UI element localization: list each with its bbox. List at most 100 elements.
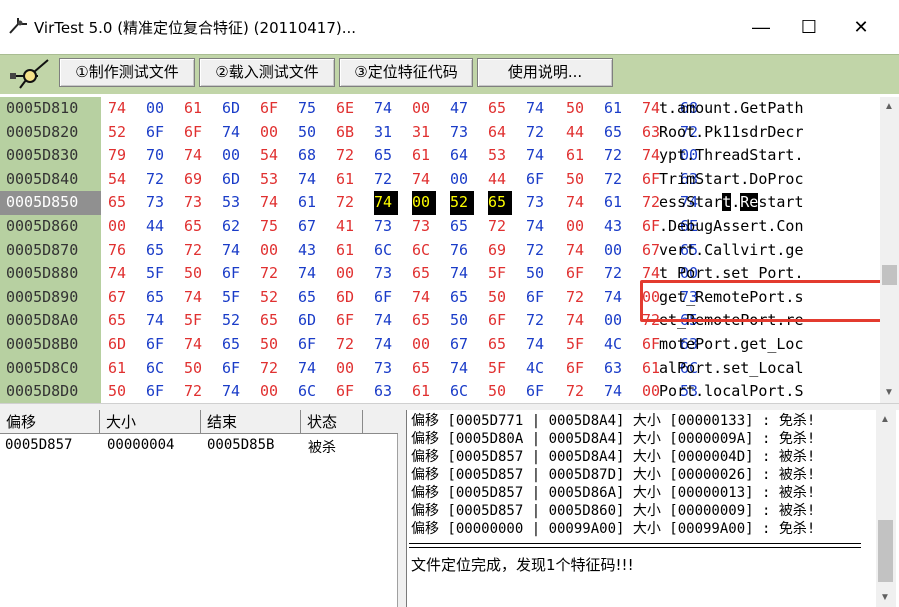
hex-ascii[interactable]: essStart.Restart: [659, 191, 804, 215]
hex-address[interactable]: 0005D8C0: [6, 357, 78, 381]
hex-address[interactable]: 0005D870: [6, 239, 78, 263]
hex-byte[interactable]: 74: [298, 168, 322, 192]
hex-byte[interactable]: 74: [604, 286, 628, 310]
hex-byte[interactable]: 6F: [146, 121, 170, 145]
log-scrollbar[interactable]: ▲ ▼: [876, 410, 896, 607]
hex-byte[interactable]: 6D: [222, 97, 246, 121]
hex-scroll-thumb[interactable]: [882, 265, 897, 285]
hex-byte[interactable]: 00: [412, 333, 436, 357]
hex-byte[interactable]: 6F: [298, 333, 322, 357]
hex-address[interactable]: 0005D860: [6, 215, 78, 239]
hex-ascii[interactable]: TrimStart.DoProc: [659, 168, 804, 192]
hex-byte[interactable]: 65: [108, 309, 132, 333]
hex-byte[interactable]: 61: [604, 191, 628, 215]
hex-byte[interactable]: 6B: [336, 121, 360, 145]
hex-byte[interactable]: 52: [222, 309, 246, 333]
hex-byte[interactable]: 72: [374, 168, 398, 192]
hex-ascii[interactable]: Root.Pk11sdrDecr: [659, 121, 804, 145]
hex-byte[interactable]: 00: [412, 191, 436, 215]
hex-byte[interactable]: 72: [260, 357, 284, 381]
hex-address[interactable]: 0005D8B0: [6, 333, 78, 357]
hex-byte[interactable]: 65: [108, 191, 132, 215]
hex-byte[interactable]: 72: [260, 262, 284, 286]
hex-address[interactable]: 0005D840: [6, 168, 78, 192]
hex-byte[interactable]: 5F: [146, 262, 170, 286]
result-end[interactable]: 0005D85B: [202, 437, 274, 453]
hex-byte[interactable]: 6F: [526, 380, 550, 403]
hex-byte[interactable]: 72: [566, 286, 590, 310]
column-header-size[interactable]: 大小: [100, 410, 201, 434]
hex-byte[interactable]: 67: [450, 333, 474, 357]
hex-byte[interactable]: 72: [526, 239, 550, 263]
hex-byte[interactable]: 73: [146, 191, 170, 215]
hex-byte[interactable]: 74: [450, 357, 474, 381]
hex-byte[interactable]: 53: [222, 191, 246, 215]
hex-byte[interactable]: 65: [146, 286, 170, 310]
hex-byte[interactable]: 31: [412, 121, 436, 145]
hex-byte[interactable]: 73: [184, 191, 208, 215]
hex-byte[interactable]: 5F: [488, 262, 512, 286]
hex-byte[interactable]: 50: [488, 380, 512, 403]
hex-byte[interactable]: 6C: [374, 239, 398, 263]
hex-byte[interactable]: 6C: [146, 357, 170, 381]
hex-byte[interactable]: 65: [374, 144, 398, 168]
hex-byte[interactable]: 6F: [222, 357, 246, 381]
hex-byte[interactable]: 6D: [336, 286, 360, 310]
hex-byte[interactable]: 52: [450, 191, 474, 215]
hex-byte[interactable]: 52: [260, 286, 284, 310]
maximize-button[interactable]: ☐: [786, 8, 832, 46]
hex-row[interactable]: 0005D8C0 61 6C 50 6F 72 74 00 73 65 74 5F 4C 6F 63 61 6C…: [0, 357, 880, 381]
hex-byte[interactable]: 41: [336, 215, 360, 239]
hex-byte[interactable]: 74: [526, 97, 550, 121]
hex-byte[interactable]: 73: [374, 357, 398, 381]
locate-signature-button[interactable]: ③定位特征代码: [339, 58, 473, 87]
hex-byte[interactable]: 00: [146, 97, 170, 121]
hex-row[interactable]: 0005D850 65 73 73 53 74 61 72 74 00 52 65 73 74 61 72 74…: [0, 191, 880, 215]
hex-byte[interactable]: 6F: [526, 286, 550, 310]
hex-byte[interactable]: 6F: [336, 309, 360, 333]
hex-byte[interactable]: 4C: [604, 333, 628, 357]
hex-byte[interactable]: 74: [184, 333, 208, 357]
hex-byte[interactable]: 4C: [526, 357, 550, 381]
hex-byte[interactable]: 00: [260, 380, 284, 403]
hex-byte[interactable]: 6C: [298, 380, 322, 403]
hex-byte[interactable]: 61: [336, 168, 360, 192]
hex-byte[interactable]: 65: [604, 121, 628, 145]
hex-byte[interactable]: 69: [488, 239, 512, 263]
hex-byte[interactable]: 63: [374, 380, 398, 403]
hex-byte[interactable]: 75: [260, 215, 284, 239]
hex-byte[interactable]: 73: [526, 191, 550, 215]
hex-byte[interactable]: 65: [488, 333, 512, 357]
hex-byte[interactable]: 52: [108, 121, 132, 145]
hex-byte[interactable]: 72: [146, 168, 170, 192]
hex-byte[interactable]: 47: [450, 97, 474, 121]
hex-byte[interactable]: 74: [108, 97, 132, 121]
hex-byte[interactable]: 65: [488, 97, 512, 121]
hex-byte[interactable]: 00: [260, 239, 284, 263]
hex-byte[interactable]: 72: [184, 380, 208, 403]
hex-view[interactable]: 0005D810 74 00 61 6D 6F 75 6E 74 00 47 65 74 50 61 74 68…: [0, 97, 899, 403]
hex-byte[interactable]: 65: [488, 191, 512, 215]
hex-byte[interactable]: 6C: [450, 380, 474, 403]
hex-byte[interactable]: 6F: [146, 380, 170, 403]
hex-byte[interactable]: 72: [604, 262, 628, 286]
hex-byte[interactable]: 64: [450, 144, 474, 168]
log-scroll-down-icon[interactable]: ▼: [880, 592, 890, 603]
hex-row[interactable]: 0005D870 76 65 72 74 00 43 61 6C 6C 76 69 72 74 00 67 65…: [0, 239, 880, 263]
hex-ascii[interactable]: vert.Callvirt.ge: [659, 239, 804, 263]
close-button[interactable]: ✕: [838, 8, 884, 46]
hex-byte[interactable]: 74: [146, 309, 170, 333]
load-test-file-button[interactable]: ②载入测试文件: [199, 58, 335, 87]
hex-byte[interactable]: 5F: [488, 357, 512, 381]
hex-row[interactable]: 0005D860 00 44 65 62 75 67 41 73 73 65 72 74 00 43 6F 6E…: [0, 215, 880, 239]
hex-byte[interactable]: 6F: [222, 262, 246, 286]
log-scroll-thumb[interactable]: [878, 520, 893, 582]
hex-byte[interactable]: 61: [108, 357, 132, 381]
hex-ascii[interactable]: alPort.set_Local: [659, 357, 804, 381]
hex-byte[interactable]: 72: [604, 144, 628, 168]
hex-byte[interactable]: 76: [108, 239, 132, 263]
hex-byte[interactable]: 31: [374, 121, 398, 145]
horizontal-splitter[interactable]: [0, 403, 899, 410]
hex-address[interactable]: 0005D8D0: [6, 380, 78, 403]
hex-byte[interactable]: 72: [488, 215, 512, 239]
